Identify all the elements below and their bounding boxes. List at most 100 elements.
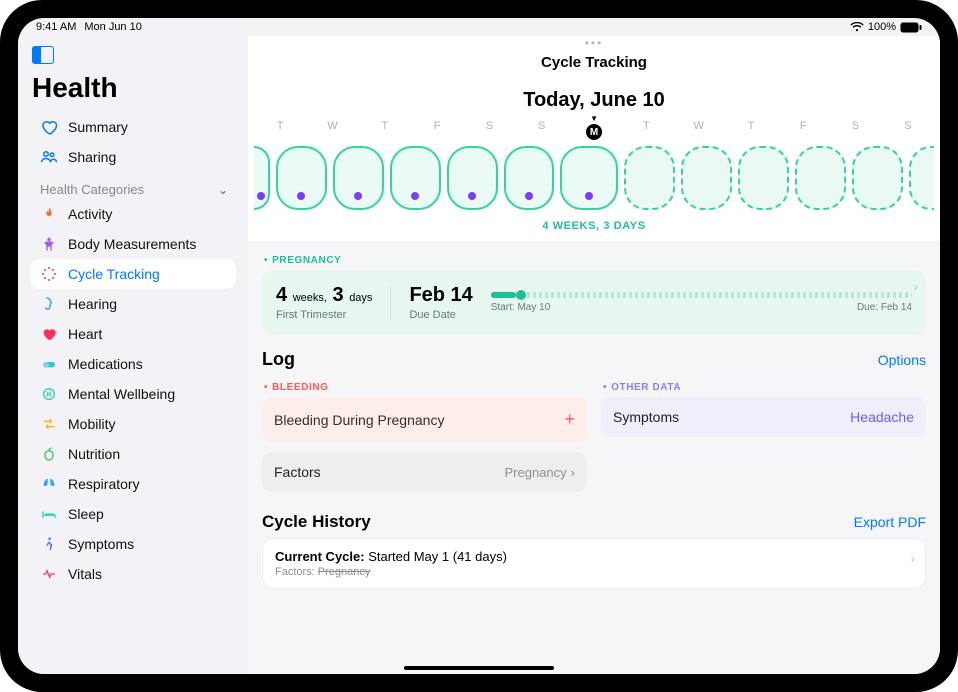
arrows-icon: [40, 415, 58, 433]
sidebar-item-mental[interactable]: Mental Wellbeing: [30, 379, 236, 409]
symptoms-card[interactable]: Symptoms Headache: [601, 397, 926, 437]
vitals-icon: [40, 565, 58, 583]
pregnancy-tag: PREGNANCY: [264, 255, 924, 266]
chevron-down-icon: ⌄: [218, 183, 228, 197]
cycle-day-pill-today[interactable]: [560, 146, 618, 210]
sidebar-item-sleep[interactable]: Sleep: [30, 499, 236, 529]
day-letter[interactable]: S: [829, 120, 881, 140]
battery-percent: 100%: [868, 21, 896, 33]
cycle-day-pill[interactable]: [276, 146, 327, 210]
wifi-icon: [850, 22, 864, 32]
cycle-day-pill-future[interactable]: [909, 146, 934, 210]
pregnancy-dot-icon: [354, 192, 362, 200]
divider: [390, 286, 391, 320]
day-letter[interactable]: F: [777, 120, 829, 140]
drag-handle-icon[interactable]: •••: [248, 36, 940, 50]
sidebar-item-symptoms[interactable]: Symptoms: [30, 529, 236, 559]
day-letter[interactable]: T: [620, 120, 672, 140]
bed-icon: [40, 505, 58, 523]
trimester-label: First Trimester: [276, 309, 372, 321]
sidebar-item-cycle[interactable]: Cycle Tracking: [30, 259, 236, 289]
page-title: Cycle Tracking: [248, 54, 940, 71]
sidebar-item-mobility[interactable]: Mobility: [30, 409, 236, 439]
brain-icon: [40, 385, 58, 403]
sidebar-item-heart[interactable]: Heart: [30, 319, 236, 349]
factors-card[interactable]: Factors Pregnancy›: [262, 452, 587, 492]
bleeding-tag: BLEEDING: [264, 382, 585, 393]
sidebar-item-medications[interactable]: Medications: [30, 349, 236, 379]
ipad-frame: 9:41 AM Mon Jun 10 100% Health Summary S…: [0, 0, 958, 692]
status-time: 9:41 AM: [36, 21, 76, 33]
flame-icon: [40, 205, 58, 223]
day-letter-today[interactable]: M: [568, 120, 620, 140]
battery-icon: [900, 22, 922, 33]
ear-icon: [40, 295, 58, 313]
cycle-day-pill[interactable]: [504, 146, 555, 210]
sidebar-item-nutrition[interactable]: Nutrition: [30, 439, 236, 469]
sidebar-item-sharing[interactable]: Sharing: [30, 142, 236, 172]
chevron-right-icon: ›: [571, 465, 575, 480]
cycle-day-pill-future[interactable]: [738, 146, 789, 210]
sidebar: Health Summary Sharing Health Categories…: [18, 36, 248, 674]
day-letter[interactable]: S: [463, 120, 515, 140]
sidebar-item-activity[interactable]: Activity: [30, 199, 236, 229]
cycle-day-pill-future[interactable]: [681, 146, 732, 210]
apple-icon: [40, 445, 58, 463]
person-icon: [40, 235, 58, 253]
progress-knob-icon: [516, 290, 526, 300]
pregnancy-dot-icon: [525, 192, 533, 200]
cycle-pill-row[interactable]: [248, 140, 940, 214]
home-indicator[interactable]: [404, 666, 554, 670]
day-letter[interactable]: W: [306, 120, 358, 140]
cycle-day-pill-future[interactable]: [852, 146, 903, 210]
options-button[interactable]: Options: [878, 352, 926, 368]
day-letter[interactable]: W: [673, 120, 725, 140]
cycle-day-pill[interactable]: [333, 146, 384, 210]
pregnancy-dot-icon: [585, 192, 593, 200]
pregnancy-card[interactable]: 4 weeks, 3 days First Trimester Feb 14 D…: [262, 270, 926, 335]
day-letter[interactable]: T: [359, 120, 411, 140]
pregnancy-progress: Start: May 10 Due: Feb 14: [491, 292, 912, 313]
day-letter[interactable]: S: [516, 120, 568, 140]
chevron-right-icon: ›: [913, 278, 918, 294]
lungs-icon: [40, 475, 58, 493]
day-letter[interactable]: F: [411, 120, 463, 140]
app-title: Health: [32, 72, 234, 104]
main-body: PREGNANCY 4 weeks, 3 days First Trimeste…: [248, 242, 940, 674]
cycle-icon: [40, 265, 58, 283]
history-heading: Cycle History: [262, 512, 371, 532]
day-letter[interactable]: S: [882, 120, 934, 140]
day-letter[interactable]: T: [725, 120, 777, 140]
progress-end: Due: Feb 14: [857, 302, 912, 313]
sidebar-item-summary[interactable]: Summary: [30, 112, 236, 142]
today-label: Today, June 10: [248, 89, 940, 112]
sidebar-item-vitals[interactable]: Vitals: [30, 559, 236, 589]
status-date: Mon Jun 10: [84, 21, 141, 33]
current-cycle-card[interactable]: Current Cycle: Started May 1 (41 days) F…: [262, 538, 926, 589]
pregnancy-dot-icon: [468, 192, 476, 200]
cycle-day-pill-future[interactable]: [795, 146, 846, 210]
day-letter-row[interactable]: T W T F S S M T W T F S S: [248, 120, 940, 140]
progress-start: Start: May 10: [491, 302, 550, 313]
sidebar-item-hearing[interactable]: Hearing: [30, 289, 236, 319]
log-heading: Log: [262, 349, 295, 370]
walk-icon: [40, 535, 58, 553]
cycle-day-pill-future[interactable]: [624, 146, 675, 210]
cycle-day-pill[interactable]: [447, 146, 498, 210]
sidebar-item-body[interactable]: Body Measurements: [30, 229, 236, 259]
sidebar-item-respiratory[interactable]: Respiratory: [30, 469, 236, 499]
sidebar-toggle-icon[interactable]: [32, 46, 54, 64]
pregnancy-dot-icon: [411, 192, 419, 200]
export-pdf-button[interactable]: Export PDF: [854, 514, 926, 530]
sidebar-label: Summary: [68, 119, 128, 135]
cycle-day-pill[interactable]: [390, 146, 441, 210]
heart-outline-icon: [40, 118, 58, 136]
categories-header[interactable]: Health Categories ⌄: [40, 182, 228, 197]
plus-icon[interactable]: +: [564, 409, 575, 430]
bleeding-card[interactable]: Bleeding During Pregnancy +: [262, 397, 587, 442]
cycle-day-pill[interactable]: [254, 146, 270, 210]
people-icon: [40, 148, 58, 166]
pill-icon: [40, 355, 58, 373]
day-letter[interactable]: T: [254, 120, 306, 140]
main-panel: ••• Cycle Tracking Today, June 10 T W T …: [248, 36, 940, 674]
